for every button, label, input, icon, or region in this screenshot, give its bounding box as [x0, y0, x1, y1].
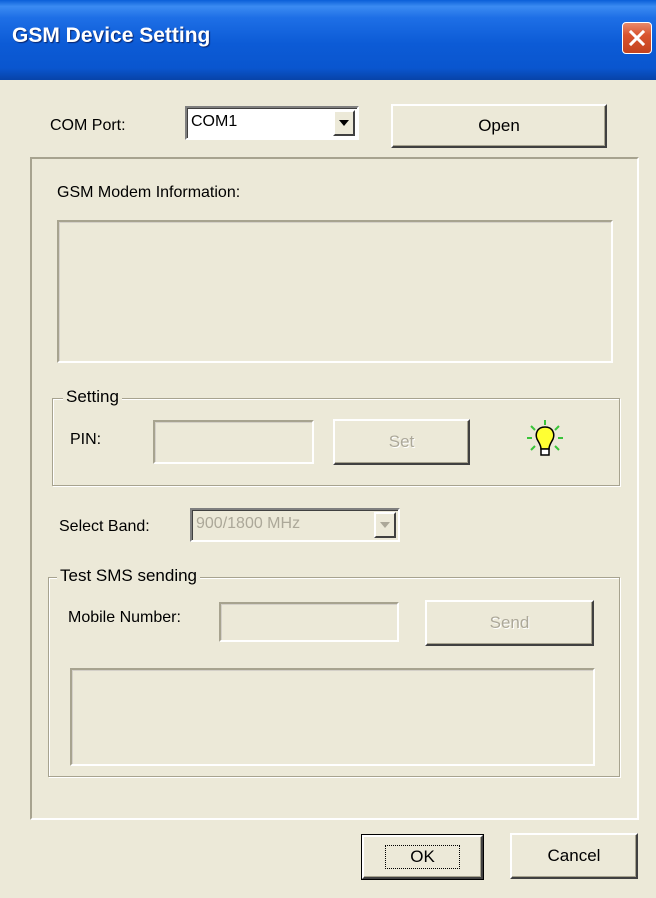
- sms-response-box: [70, 668, 595, 766]
- send-button-label: Send: [489, 613, 530, 632]
- com-port-label: COM Port:: [50, 117, 126, 134]
- mobile-number-label: Mobile Number:: [68, 609, 181, 626]
- mobile-number-field[interactable]: [219, 602, 399, 642]
- open-button[interactable]: Open: [391, 104, 607, 148]
- close-button[interactable]: [622, 22, 652, 54]
- com-port-dropdown-button[interactable]: [333, 110, 355, 136]
- chevron-down-icon: [380, 522, 390, 528]
- modem-info-label: GSM Modem Information:: [57, 184, 241, 201]
- ok-button[interactable]: OK: [361, 834, 484, 880]
- setting-group-label: Setting: [63, 387, 122, 407]
- pin-field[interactable]: [153, 420, 314, 464]
- lightbulb-icon: [527, 420, 563, 456]
- set-button-label: Set: [388, 432, 415, 451]
- set-button[interactable]: Set: [333, 419, 470, 465]
- com-port-select[interactable]: COM1: [185, 106, 359, 140]
- chevron-down-icon: [339, 120, 349, 126]
- pin-label: PIN:: [70, 431, 102, 448]
- band-dropdown-button[interactable]: [374, 512, 396, 538]
- close-icon: [628, 29, 646, 47]
- select-band-label: Select Band:: [59, 518, 150, 535]
- band-value: 900/1800 MHz: [196, 515, 301, 532]
- cancel-button-label: Cancel: [547, 846, 601, 865]
- band-select[interactable]: 900/1800 MHz: [190, 508, 400, 542]
- modem-info-box: [57, 220, 613, 363]
- com-port-value: COM1: [191, 113, 238, 130]
- open-button-label: Open: [478, 116, 520, 135]
- send-button[interactable]: Send: [425, 600, 594, 646]
- test-sms-group-label: Test SMS sending: [57, 566, 201, 586]
- ok-button-label: OK: [385, 845, 460, 869]
- title-bar[interactable]: GSM Device Setting: [0, 0, 656, 80]
- window-title: GSM Device Setting: [12, 24, 211, 47]
- gsm-device-setting-window: GSM Device Setting COM Port: COM1 Open G…: [0, 0, 656, 898]
- cancel-button[interactable]: Cancel: [510, 833, 638, 879]
